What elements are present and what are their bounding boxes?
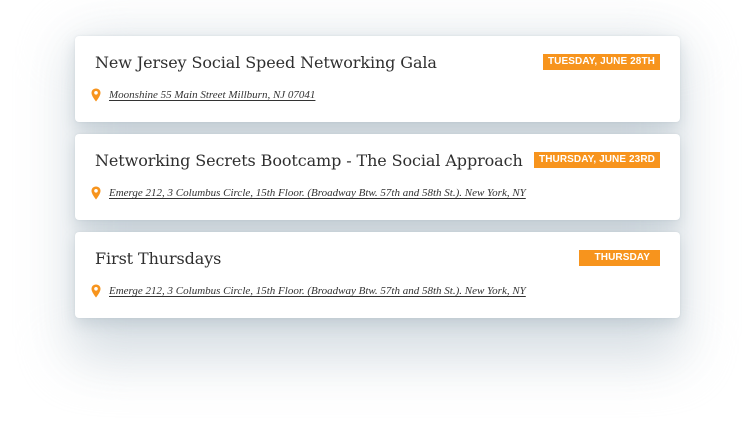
event-card[interactable]: First Thursdays THURSDAY Emerge 212, 3 C… bbox=[75, 232, 680, 318]
location-pin-icon bbox=[91, 88, 101, 102]
event-address-link[interactable]: Emerge 212, 3 Columbus Circle, 15th Floo… bbox=[109, 285, 526, 297]
event-address-link[interactable]: Moonshine 55 Main Street Millburn, NJ 07… bbox=[109, 89, 315, 101]
event-location: Emerge 212, 3 Columbus Circle, 15th Floo… bbox=[91, 186, 526, 200]
event-title[interactable]: New Jersey Social Speed Networking Gala bbox=[95, 53, 437, 72]
event-title[interactable]: Networking Secrets Bootcamp - The Social… bbox=[95, 151, 523, 170]
page-stage: New Jersey Social Speed Networking Gala … bbox=[0, 0, 754, 433]
event-date-badge: TUESDAY, JUNE 28TH bbox=[542, 54, 660, 70]
event-list: New Jersey Social Speed Networking Gala … bbox=[75, 36, 680, 330]
event-card[interactable]: Networking Secrets Bootcamp - The Social… bbox=[75, 134, 680, 220]
location-pin-icon bbox=[91, 284, 101, 298]
event-location: Emerge 212, 3 Columbus Circle, 15th Floo… bbox=[91, 284, 526, 298]
event-card[interactable]: New Jersey Social Speed Networking Gala … bbox=[75, 36, 680, 122]
event-date-badge: THURSDAY bbox=[578, 250, 660, 266]
event-date-badge: THURSDAY, JUNE 23RD bbox=[533, 152, 660, 168]
location-pin-icon bbox=[91, 186, 101, 200]
event-location: Moonshine 55 Main Street Millburn, NJ 07… bbox=[91, 88, 315, 102]
event-address-link[interactable]: Emerge 212, 3 Columbus Circle, 15th Floo… bbox=[109, 187, 526, 199]
event-title[interactable]: First Thursdays bbox=[95, 249, 221, 268]
